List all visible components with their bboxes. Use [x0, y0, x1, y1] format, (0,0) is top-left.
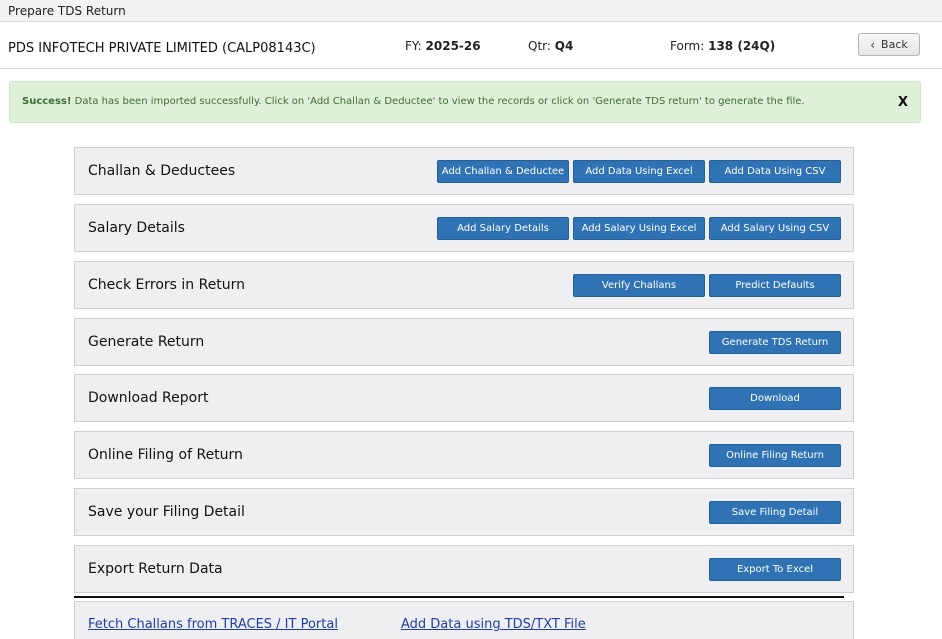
qtr-label: Qtr: [528, 39, 551, 53]
add-salary-using-excel-button[interactable]: Add Salary Using Excel [573, 217, 705, 240]
export-to-excel-button[interactable]: Export To Excel [709, 558, 841, 581]
fy-value: 2025-26 [425, 39, 481, 53]
form-label: Form: [670, 39, 705, 53]
add-salary-details-button[interactable]: Add Salary Details [437, 217, 569, 240]
fy-indicator: FY: 2025-26 [405, 39, 481, 53]
save-filing-detail-button[interactable]: Save Filing Detail [709, 501, 841, 524]
form-value: 138 (24Q) [708, 39, 776, 53]
section-save-filing-detail: Save your Filing Detail Save Filing Deta… [74, 488, 854, 536]
verify-challans-button[interactable]: Verify Challans [573, 274, 705, 297]
return-header: PDS INFOTECH PRIVATE LIMITED (CALP08143C… [0, 22, 942, 69]
alert-message: Data has been imported successfully. Cli… [74, 96, 805, 107]
section-title: Export Return Data [88, 561, 223, 577]
success-alert: Success! Data has been imported successf… [9, 81, 921, 123]
add-data-using-csv-button[interactable]: Add Data Using CSV [709, 160, 841, 183]
window-title: Prepare TDS Return [0, 0, 942, 22]
alert-strong: Success! [22, 96, 72, 107]
section-title: Challan & Deductees [88, 163, 236, 179]
section-online-filing: Online Filing of Return Online Filing Re… [74, 431, 854, 479]
section-title: Download Report [88, 390, 209, 406]
fy-label: FY: [405, 39, 422, 53]
fetch-challans-link[interactable]: Fetch Challans from TRACES / IT Portal [88, 617, 338, 632]
back-button[interactable]: ‹ Back [858, 33, 920, 56]
section-generate-return: Generate Return Generate TDS Return [74, 318, 854, 366]
close-icon[interactable]: X [898, 82, 908, 124]
section-salary-details: Salary Details Add Salary Details Add Sa… [74, 204, 854, 252]
section-title: Check Errors in Return [88, 277, 246, 293]
predict-defaults-button[interactable]: Predict Defaults [709, 274, 841, 297]
generate-tds-return-button[interactable]: Generate TDS Return [709, 331, 841, 354]
section-challan-deductees: Challan & Deductees Add Challan & Deduct… [74, 147, 854, 195]
download-button[interactable]: Download [709, 387, 841, 410]
online-filing-return-button[interactable]: Online Filing Return [709, 444, 841, 467]
add-data-using-excel-button[interactable]: Add Data Using Excel [573, 160, 705, 183]
back-button-label: Back [881, 38, 908, 51]
quarter-indicator: Qtr: Q4 [528, 39, 573, 53]
section-title: Save your Filing Detail [88, 504, 245, 520]
chevron-left-icon: ‹ [870, 37, 876, 52]
add-tds-txt-file-link[interactable]: Add Data using TDS/TXT File [401, 617, 586, 632]
qtr-value: Q4 [554, 39, 574, 53]
section-divider [74, 596, 844, 598]
section-title: Generate Return [88, 334, 205, 350]
section-title: Salary Details [88, 220, 185, 236]
add-salary-using-csv-button[interactable]: Add Salary Using CSV [709, 217, 841, 240]
section-export-return-data: Export Return Data Export To Excel [74, 545, 854, 593]
company-name: PDS INFOTECH PRIVATE LIMITED (CALP08143C… [8, 41, 316, 56]
links-panel: Fetch Challans from TRACES / IT Portal A… [74, 601, 854, 639]
form-indicator: Form: 138 (24Q) [670, 39, 775, 53]
add-challan-deductee-button[interactable]: Add Challan & Deductee [437, 160, 569, 183]
section-check-errors: Check Errors in Return Verify Challans P… [74, 261, 854, 309]
section-title: Online Filing of Return [88, 447, 243, 463]
section-download-report: Download Report Download [74, 374, 854, 422]
